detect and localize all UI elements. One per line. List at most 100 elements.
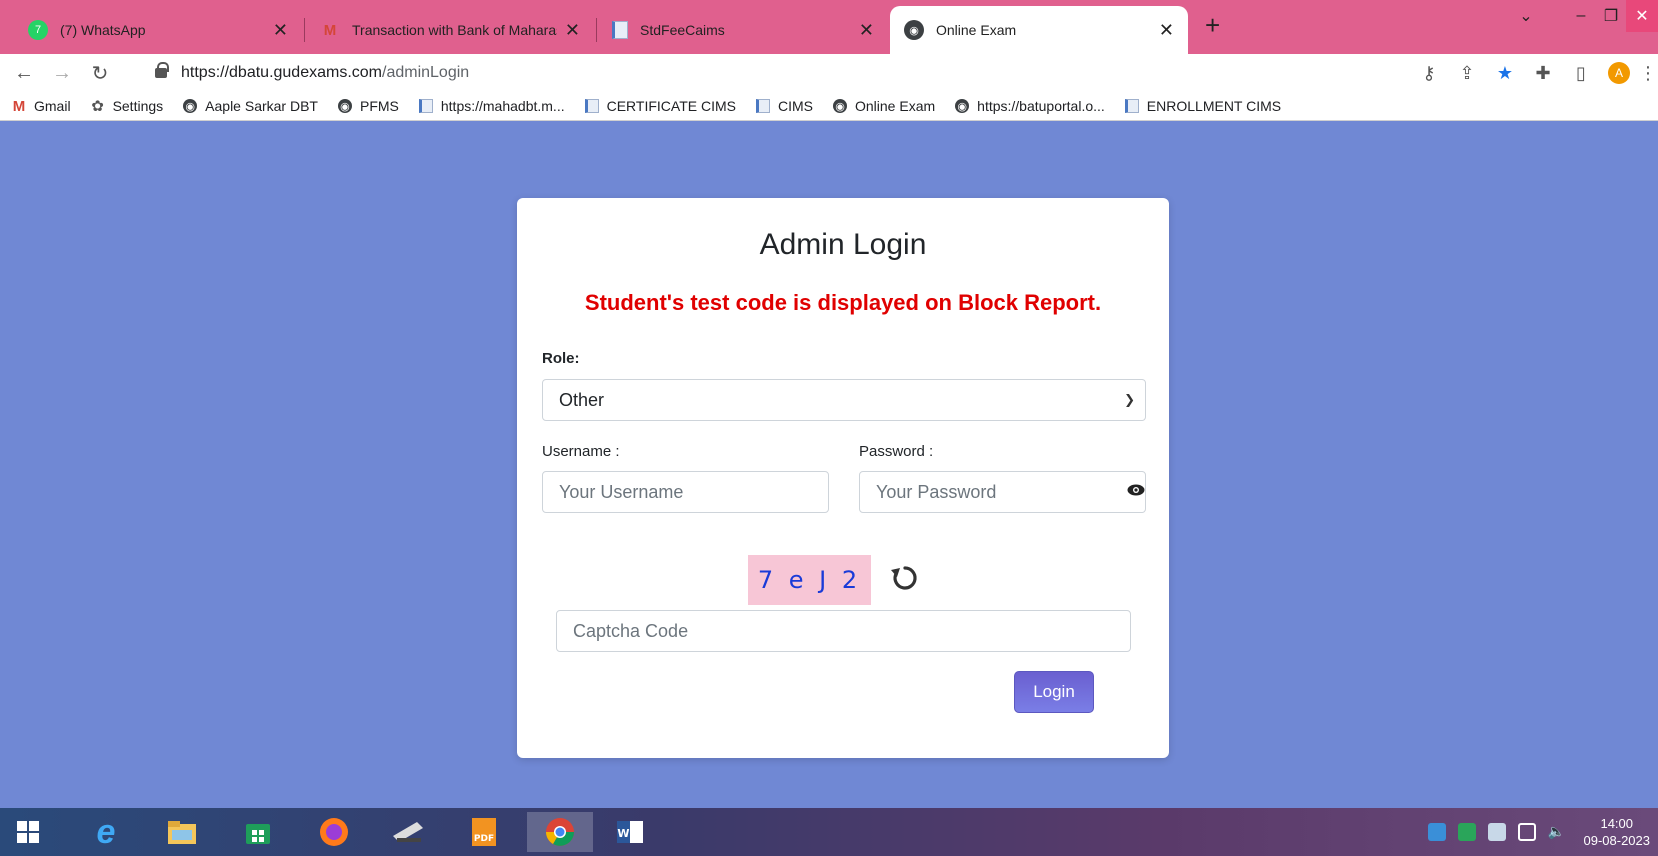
password-input[interactable]: Your Password (859, 471, 1146, 513)
eye-icon[interactable] (1127, 484, 1145, 496)
password-placeholder: Your Password (876, 481, 997, 502)
bookmark-enrollment-cims[interactable]: ENROLLMENT CIMS (1124, 98, 1282, 114)
globe-icon: ◉ (337, 99, 352, 113)
captcha-image: 7 e J 2 (748, 555, 871, 605)
bookmark-certificate-cims[interactable]: CERTIFICATE CIMS (584, 98, 736, 114)
tab-search-chevron-icon[interactable]: ⌄ (1508, 0, 1544, 32)
close-icon[interactable]: ✕ (565, 20, 580, 41)
bookmark-aaple-sarkar[interactable]: ◉ Aaple Sarkar DBT (183, 98, 318, 114)
bookmarks-bar: M Gmail ✿ Settings ◉ Aaple Sarkar DBT ◉ PFMS… (0, 92, 1658, 120)
firefox-icon[interactable] (314, 812, 354, 852)
profile-avatar[interactable]: A (1608, 62, 1630, 84)
username-input[interactable]: Your Username (542, 471, 829, 513)
side-panel-icon[interactable]: ▯ (1562, 63, 1600, 84)
quick-heal-icon[interactable] (1457, 823, 1476, 841)
bookmark-batuportal[interactable]: ◉ https://batuportal.o... (955, 98, 1105, 114)
role-selected-value: Other (559, 389, 605, 410)
browser-toolbar: ← → ↻ https://dbatu.gudexams.com/adminLo… (0, 54, 1658, 92)
document-icon (418, 99, 433, 113)
scanner-icon[interactable] (388, 812, 428, 852)
page-title: Admin Login (759, 228, 927, 261)
tab-stdfeecaims[interactable]: StdFeeCaims ✕ (598, 6, 888, 54)
svg-text:PDF: PDF (474, 834, 494, 844)
bookmark-label: CIMS (778, 98, 813, 114)
username-placeholder: Your Username (559, 481, 684, 502)
login-button[interactable]: Login (1014, 671, 1094, 713)
close-icon[interactable]: ✕ (859, 20, 874, 41)
bookmark-label: ENROLLMENT CIMS (1146, 98, 1282, 114)
document-icon (1124, 99, 1139, 113)
role-label: Role: (542, 350, 580, 367)
extensions-icon[interactable]: ✚ (1524, 63, 1562, 84)
network-icon[interactable] (1517, 823, 1536, 841)
bookmark-label: https://batuportal.o... (977, 98, 1105, 114)
captcha-input[interactable]: Captcha Code (556, 610, 1131, 652)
teamviewer-icon[interactable] (1427, 823, 1446, 841)
tab-title: Online Exam (936, 22, 1017, 38)
bookmark-pfms[interactable]: ◉ PFMS (337, 98, 399, 114)
system-tray: 🔈 14:00 09-08-2023 (1427, 808, 1658, 856)
bookmark-settings[interactable]: ✿ Settings (91, 98, 164, 115)
tab-title: StdFeeCaims (640, 22, 725, 38)
tab-online-exam[interactable]: ◉ Online Exam ✕ (890, 6, 1188, 54)
key-icon[interactable]: ⚷ (1410, 63, 1448, 84)
close-icon[interactable]: ✕ (1159, 20, 1174, 41)
tab-title: (7) WhatsApp (60, 22, 146, 38)
bookmark-label: Aaple Sarkar DBT (205, 98, 318, 114)
windows-taskbar: e PDF W 🔈 14:00 09-08-2023 (0, 808, 1658, 856)
url-host: https://dbatu.gudexams.com (181, 64, 382, 81)
file-explorer-icon[interactable] (162, 812, 202, 852)
document-icon (612, 21, 628, 39)
captcha-placeholder: Captcha Code (573, 620, 689, 641)
tab-separator (596, 18, 597, 42)
role-select[interactable]: Other ❯ (542, 379, 1146, 421)
refresh-captcha-icon[interactable] (887, 560, 923, 596)
close-icon[interactable]: ✕ (273, 20, 288, 41)
store-icon[interactable] (238, 812, 278, 852)
test-code-notice: Student's test code is displayed on Bloc… (584, 290, 1102, 315)
windows-start-icon[interactable] (8, 812, 48, 852)
share-icon[interactable]: ⇪ (1448, 63, 1486, 84)
browser-tab-strip: 7 (7) WhatsApp ✕ M Transaction with Bank… (0, 0, 1658, 54)
chevron-down-icon: ❯ (1124, 392, 1135, 407)
forward-arrow-icon[interactable]: → (48, 62, 76, 85)
word-icon[interactable]: W (610, 812, 650, 852)
menu-kebab-icon[interactable]: ⋮ (1638, 63, 1658, 84)
globe-icon: ◉ (955, 99, 970, 113)
reload-icon[interactable]: ↻ (86, 61, 114, 86)
back-arrow-icon[interactable]: ← (10, 62, 38, 85)
bookmark-mahadbt[interactable]: https://mahadbt.m... (418, 98, 565, 114)
chrome-icon[interactable] (527, 812, 593, 852)
bookmark-cims[interactable]: CIMS (756, 98, 813, 114)
svg-text:W: W (617, 827, 629, 840)
tab-transaction[interactable]: M Transaction with Bank of Maharas ✕ (306, 6, 594, 54)
document-icon (584, 99, 599, 113)
tab-separator (304, 18, 305, 42)
toolbar-actions: ⚷ ⇪ ★ ✚ ▯ A ⋮ (1410, 54, 1658, 92)
internet-explorer-icon[interactable]: e (86, 812, 126, 852)
tab-title: Transaction with Bank of Maharas (352, 22, 557, 38)
login-card: Admin Login Student's test code is displ… (517, 198, 1169, 758)
tab-whatsapp[interactable]: 7 (7) WhatsApp ✕ (14, 6, 302, 54)
password-label: Password : (859, 443, 934, 460)
bookmark-label: Online Exam (855, 98, 936, 114)
minimize-icon[interactable]: – (1566, 0, 1596, 32)
maximize-icon[interactable]: ❐ (1596, 0, 1626, 32)
globe-icon: ◉ (904, 20, 924, 40)
star-icon[interactable]: ★ (1486, 63, 1524, 84)
document-icon (756, 99, 770, 113)
volume-icon[interactable]: 🔈 (1548, 823, 1566, 841)
bookmark-label: PFMS (359, 98, 399, 114)
clock-date: 09-08-2023 (1583, 833, 1651, 848)
new-tab-button[interactable]: + (1205, 10, 1220, 41)
bookmark-online-exam[interactable]: ◉ Online Exam (833, 98, 935, 114)
bookmark-gmail[interactable]: M Gmail (12, 98, 71, 115)
window-close-icon[interactable]: ✕ (1626, 0, 1658, 32)
whatsapp-icon: 7 (28, 20, 48, 40)
clock[interactable]: 14:00 09-08-2023 (1584, 815, 1651, 849)
action-center-flag-icon[interactable] (1487, 823, 1506, 841)
bookmark-label: Settings (112, 98, 164, 114)
bookmark-label: Gmail (34, 98, 71, 114)
gear-icon: ✿ (91, 98, 104, 115)
pdf-icon[interactable]: PDF (464, 812, 504, 852)
